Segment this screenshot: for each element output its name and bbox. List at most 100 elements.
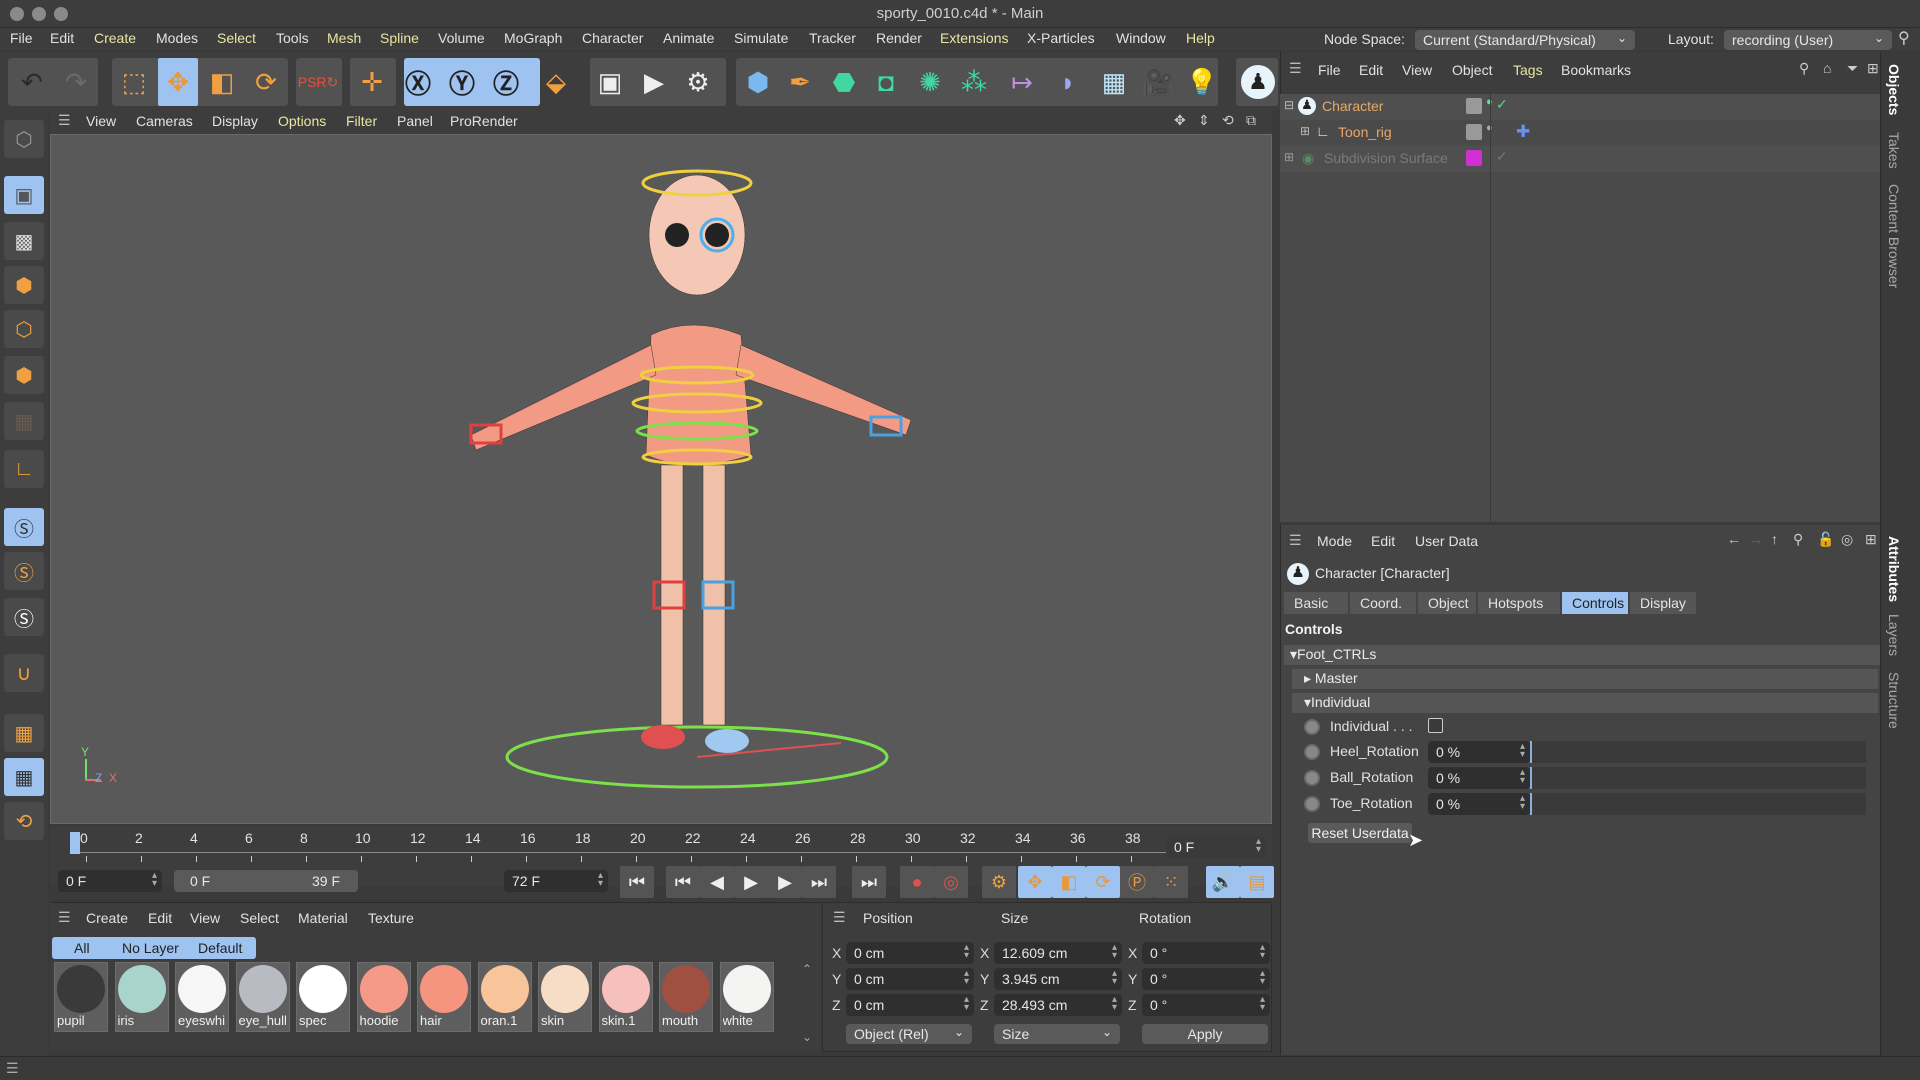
scale-icon[interactable]: ◧ [202, 58, 242, 106]
previous-frame-icon[interactable]: ◀ [700, 866, 734, 898]
forward-arrow-icon[interactable]: → [1749, 531, 1763, 547]
rotate-icon[interactable]: ⟳ [246, 58, 286, 106]
menu-character[interactable]: Character [582, 30, 643, 46]
tab-structure[interactable]: Structure [1886, 672, 1902, 729]
menu-spline[interactable]: Spline [380, 30, 419, 46]
snap-icon[interactable]: ∪ [4, 654, 44, 692]
object-row-subdivision-surface[interactable]: ⊞ ◉ Subdivision Surface ✓ [1280, 146, 1880, 172]
plugin-tag-icon[interactable]: ✚ [1516, 122, 1530, 142]
viewport-menu-view[interactable]: View [86, 113, 116, 129]
light-icon[interactable]: 💡 [1182, 58, 1222, 106]
search-icon[interactable]: ⚲ [1793, 531, 1803, 548]
y-axis-lock-icon[interactable]: Ⓨ [442, 58, 482, 106]
menu-edit[interactable]: Edit [50, 30, 74, 46]
animation-key-icon[interactable] [1304, 744, 1320, 760]
material-menu-view[interactable]: View [190, 910, 220, 926]
spinner-icon[interactable]: ▴ ▾ [598, 871, 603, 889]
heel-rotation-field[interactable]: 0 % ▴ ▾ [1428, 741, 1530, 763]
dolly-view-icon[interactable]: ⇕ [1198, 112, 1210, 129]
viewport-menu-prorender[interactable]: ProRender [450, 113, 518, 129]
spinner-icon[interactable]: ▴ ▾ [964, 943, 969, 961]
go-to-start-icon[interactable]: ⏮ [620, 866, 654, 898]
floor-icon[interactable]: ▦ [1094, 58, 1134, 106]
object-name[interactable]: Toon_rig [1338, 124, 1392, 140]
material-swatch[interactable]: skin [538, 962, 592, 1032]
node-space-dropdown[interactable]: Current (Standard/Physical) ⌄ [1415, 30, 1635, 50]
position-y-field[interactable]: 0 cm ▴ ▾ [846, 968, 974, 990]
extrude-icon[interactable]: ◘ [866, 58, 906, 106]
tab-display[interactable]: Display [1630, 592, 1696, 614]
deformer-icon[interactable]: ↦ [1002, 58, 1042, 106]
animation-key-icon[interactable] [1304, 796, 1320, 812]
move-icon[interactable]: ✥ [158, 58, 198, 106]
start-frame-field[interactable]: 0 F ▴ ▾ [58, 870, 162, 892]
undo-icon[interactable]: ↶ [12, 58, 52, 106]
material-swatch[interactable]: eye_hull [235, 962, 290, 1032]
spinner-icon[interactable]: ▴ ▾ [1520, 768, 1525, 786]
tab-hotspots[interactable]: Hotspots [1478, 592, 1560, 614]
position-z-field[interactable]: 0 cm ▴ ▾ [846, 994, 974, 1016]
current-frame-field[interactable]: 0 F ▴ ▾ [1166, 836, 1266, 858]
search-icon[interactable]: ⚲ [1898, 28, 1910, 48]
toe-rotation-field[interactable]: 0 % ▴ ▾ [1428, 793, 1530, 815]
spinner-icon[interactable]: ▴ ▾ [152, 871, 157, 889]
end-frame-field[interactable]: 72 F ▴ ▾ [504, 870, 608, 892]
pan-view-icon[interactable]: ✥ [1174, 112, 1186, 129]
workplane-mode-icon[interactable]: ⟲ [4, 802, 44, 840]
subdivision-icon[interactable]: ⬣ [824, 58, 864, 106]
tab-takes[interactable]: Takes [1886, 132, 1902, 169]
z-axis-lock-icon[interactable]: Ⓩ [486, 58, 526, 106]
film-icon[interactable]: ▤ [1240, 866, 1274, 898]
apply-button[interactable]: Apply [1142, 1024, 1268, 1044]
solo-single-icon[interactable]: Ⓢ [4, 552, 44, 590]
attr-menu-user-data[interactable]: User Data [1415, 533, 1478, 549]
menu-select[interactable]: Select [217, 30, 256, 46]
attr-menu-mode[interactable]: Mode [1317, 533, 1352, 549]
menu-extensions[interactable]: Extensions [940, 30, 1008, 46]
ball-rotation-field[interactable]: 0 % ▴ ▾ [1428, 767, 1530, 789]
spinner-icon[interactable]: ▴ ▾ [1112, 995, 1117, 1013]
material-swatch[interactable]: iris [114, 962, 169, 1032]
record-keys-icon[interactable]: ● [900, 866, 934, 898]
position-x-field[interactable]: 0 cm ▴ ▾ [846, 942, 974, 964]
viewport-menu-panel[interactable]: Panel [397, 113, 433, 129]
enabled-check-icon[interactable]: ✓ [1496, 96, 1508, 113]
texture-mode-icon[interactable]: ▩ [4, 222, 44, 260]
key-rotation-icon[interactable]: ⟳ [1086, 866, 1120, 898]
animation-key-icon[interactable] [1304, 770, 1320, 786]
object-menu-bookmarks[interactable]: Bookmarks [1561, 62, 1631, 78]
object-row-toon-rig[interactable]: ⊞ ∟ Toon_rig ● ✚ [1280, 120, 1880, 146]
transform-icon[interactable]: ✛ [352, 58, 392, 106]
model-mode-icon[interactable]: ▣ [4, 176, 44, 214]
key-scale-icon[interactable]: ◧ [1052, 866, 1086, 898]
ball-rotation-slider[interactable] [1530, 767, 1866, 789]
render-settings-icon[interactable]: ⚙ [678, 58, 718, 106]
points-mode-icon[interactable]: ⬢ [4, 266, 44, 304]
tab-layers[interactable]: Layers [1886, 614, 1902, 656]
key-position-icon[interactable]: ✥ [1018, 866, 1052, 898]
spinner-icon[interactable]: ▴ ▾ [1260, 969, 1265, 987]
object-name[interactable]: Character [1322, 98, 1383, 114]
spinner-icon[interactable]: ▴ ▾ [964, 995, 969, 1013]
up-arrow-icon[interactable]: ↑ [1771, 531, 1778, 547]
menu-mesh[interactable]: Mesh [327, 30, 361, 46]
menu-render[interactable]: Render [876, 30, 922, 46]
spinner-icon[interactable]: ▴ ▾ [1260, 995, 1265, 1013]
material-swatch[interactable]: skin.1 [598, 962, 653, 1032]
sound-icon[interactable]: 🔊 [1206, 866, 1240, 898]
object-menu-edit[interactable]: Edit [1359, 62, 1383, 78]
enabled-check-icon[interactable]: ✓ [1496, 148, 1508, 165]
key-parameter-icon[interactable]: Ⓟ [1120, 866, 1154, 898]
material-menu-create[interactable]: Create [86, 910, 128, 926]
tab-object[interactable]: Object [1418, 592, 1476, 614]
keyframe-selection-icon[interactable]: ⚙ [982, 866, 1016, 898]
new-panel-icon[interactable]: ⊞ [1865, 531, 1877, 548]
object-menu-file[interactable]: File [1318, 62, 1341, 78]
material-swatch[interactable]: spec [296, 962, 350, 1032]
material-swatch[interactable]: mouth [659, 962, 713, 1032]
material-menu-material[interactable]: Material [298, 910, 348, 926]
axis-mode-icon[interactable]: ∟ [4, 450, 44, 488]
go-to-end-icon[interactable]: ⏭ [852, 866, 886, 898]
tab-objects[interactable]: Objects [1886, 64, 1902, 115]
hamburger-icon[interactable]: ☰ [6, 1060, 19, 1077]
